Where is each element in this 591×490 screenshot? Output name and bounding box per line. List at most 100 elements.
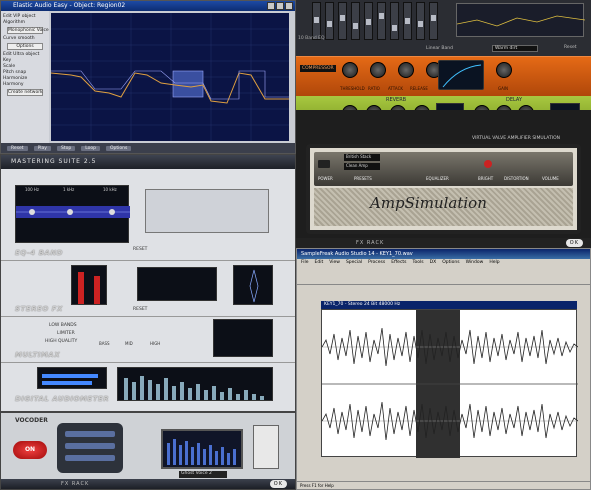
stereo-width-display	[137, 267, 217, 301]
eq-slider[interactable]	[390, 2, 399, 40]
eq-preset-dropdown[interactable]: Warm dirt	[492, 45, 538, 52]
pitch-curve	[50, 72, 289, 104]
eq4-title: EQ-4 BAND	[15, 249, 63, 257]
mid-label: MID	[125, 341, 133, 346]
eq4-reset-button[interactable]: RESET	[133, 247, 147, 252]
fx-rack-label: FX RACK	[356, 240, 385, 246]
options-button[interactable]: Options	[7, 43, 43, 50]
eq-slider[interactable]	[364, 2, 373, 40]
maximize-icon[interactable]	[276, 2, 284, 10]
selected-region[interactable]	[172, 70, 204, 98]
attack-knob[interactable]	[398, 62, 414, 78]
low-bands-option[interactable]: LOW BANDS	[49, 323, 77, 328]
create-network-button[interactable]: Create network	[7, 89, 43, 96]
audio-editor-window: SampleFreak Audio Studio 14 - KEY1_70.wa…	[296, 248, 591, 490]
menu-effects[interactable]: Effects	[391, 259, 406, 267]
stop-button[interactable]: Stop	[56, 145, 76, 151]
menu-file[interactable]: File	[301, 259, 309, 267]
multimax-module: LOW BANDS LIMITER HIGH QUALITY BASS MID …	[1, 317, 295, 363]
reverb-delay-module: REVERB DELAY	[296, 96, 591, 110]
menu-window[interactable]: Window	[466, 259, 484, 267]
vocoder-preset-dropdown[interactable]: Ghost Voice 2	[179, 471, 227, 478]
multimax-title: MULTIMAX	[15, 351, 61, 359]
presets-label: PRESETS	[354, 176, 372, 181]
vocoder-spectrum-display	[161, 429, 243, 469]
eq-freq-label: 100 Hz	[25, 187, 40, 192]
menu-special[interactable]: Special	[346, 259, 362, 267]
editor-titlebar: SampleFreak Audio Studio 14 - KEY1_70.wa…	[297, 249, 590, 259]
vocoder-mix-sliders[interactable]	[253, 425, 279, 469]
on-button[interactable]: ON	[13, 441, 47, 459]
stereo-phase-scope	[233, 265, 273, 305]
amp-preset-1[interactable]: British Stack	[344, 154, 380, 161]
vocoder-knob[interactable]	[131, 437, 151, 457]
eq-slider[interactable]	[377, 2, 386, 40]
release-label: RELEASE	[410, 86, 428, 91]
reset-button[interactable]: Reset	[7, 145, 28, 151]
side-item: Harmonize	[3, 76, 28, 81]
menu-tools[interactable]: Tools	[413, 259, 424, 267]
vocoder-window: VOCODER ON Ghost Voice 2 FX RACK OK	[0, 412, 296, 490]
pitch-graph[interactable]	[50, 13, 289, 141]
amp-simulation-window: VIRTUAL VALVE AMPLIFIER SIMULATION POWER…	[296, 110, 591, 248]
eq-4band-module: 100 Hz 1 kHz 10 kHz RESET EQ-4 BAND	[1, 169, 295, 261]
eq4-gain-knob[interactable]	[195, 237, 213, 255]
options-button[interactable]: Options	[106, 145, 132, 151]
vocoder-select[interactable]	[65, 431, 115, 437]
menu-view[interactable]: View	[329, 259, 340, 267]
ratio-knob[interactable]	[370, 62, 386, 78]
eq4-graph[interactable]	[15, 185, 130, 243]
eq-slider[interactable]	[312, 2, 321, 40]
eq-slider[interactable]	[338, 2, 347, 40]
threshold-knob[interactable]	[342, 62, 358, 78]
menu-options[interactable]: Options	[442, 259, 459, 267]
menu-edit[interactable]: Edit	[315, 259, 324, 267]
eq-slider[interactable]	[429, 2, 438, 40]
ok-button[interactable]: OK	[269, 480, 287, 488]
amp-footer: FX RACK OK	[296, 238, 591, 248]
eq-slider[interactable]	[416, 2, 425, 40]
pitch-graph-svg	[50, 13, 289, 141]
menu-dx[interactable]: DX	[430, 259, 437, 267]
eq-slider[interactable]	[403, 2, 412, 40]
vocoder-select[interactable]	[65, 455, 115, 461]
waveform-display[interactable]	[321, 309, 579, 458]
close-icon[interactable]	[285, 2, 293, 10]
eq-freq-label: 10 kHz	[103, 187, 117, 192]
eq-reset-button[interactable]: Reset	[564, 45, 577, 50]
side-item: Curve smooth	[3, 36, 35, 41]
minimize-icon[interactable]	[267, 2, 275, 10]
power-switch[interactable]	[318, 160, 330, 168]
amp-control-panel: POWER British Stack Clean Amp PRESETS EQ…	[314, 152, 573, 186]
audiometer-title: DIGITAL AUDIOMETER	[15, 395, 110, 403]
gain-knob[interactable]	[496, 62, 512, 78]
editor-toolbar	[297, 267, 590, 285]
side-item: Harmony	[3, 82, 24, 87]
ok-button[interactable]: OK	[565, 239, 583, 247]
eq-slider[interactable]	[351, 2, 360, 40]
eq4-band-controls[interactable]	[145, 189, 269, 233]
side-item: Pitch snap	[3, 70, 27, 75]
menu-process[interactable]: Process	[368, 259, 385, 267]
eq-label: 10 Band EQ	[298, 36, 325, 41]
play-button[interactable]: Play	[33, 145, 51, 151]
high-quality-option[interactable]: HIGH QUALITY	[45, 339, 77, 344]
side-item: Key	[3, 58, 12, 63]
audiometer-led-display	[37, 367, 107, 389]
eq-slider[interactable]	[325, 2, 334, 40]
amp-preset-2[interactable]: Clean Amp	[344, 163, 380, 170]
graphic-eq: 10 Band EQ Linear Band Warm dirt Reset	[296, 0, 591, 56]
amp-body: POWER British Stack Clean Amp PRESETS EQ…	[306, 144, 581, 234]
loop-button[interactable]: Loop	[81, 145, 100, 151]
reverb-scope	[436, 103, 464, 110]
side-item[interactable]: Monophonic Voice	[7, 27, 49, 34]
menu-help[interactable]: Help	[489, 259, 499, 267]
limiter-option[interactable]: LIMITER	[57, 331, 75, 336]
stereo-reset-button[interactable]: RESET	[133, 307, 147, 312]
high-label: HIGH	[150, 341, 161, 346]
elastic-audio-sidebar: Edit VIP object Algorithm Monophonic Voi…	[1, 11, 49, 145]
vocoder-label: VOCODER	[15, 417, 48, 424]
bright-led[interactable]	[484, 160, 492, 168]
stereo-meters	[71, 265, 107, 305]
vocoder-select[interactable]	[65, 443, 115, 449]
